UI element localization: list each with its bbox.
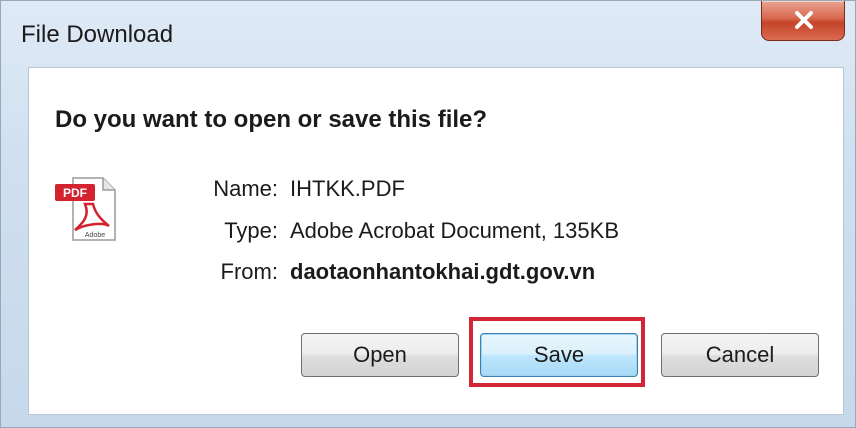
pdf-badge-text: PDF	[63, 186, 87, 200]
from-value: daotaonhantokhai.gdt.gov.vn	[290, 259, 596, 284]
name-label: Name:	[213, 176, 278, 201]
dialog-content: Do you want to open or save this file? P…	[28, 67, 844, 415]
adobe-logo-text: Adobe	[85, 232, 105, 239]
pdf-file-icon: PDF Adobe	[55, 177, 116, 241]
cancel-button[interactable]: Cancel	[661, 333, 819, 377]
file-download-dialog: File Download Do you want to open or sav…	[0, 0, 856, 428]
name-value: IHTKK.PDF	[290, 176, 405, 201]
save-button-highlight	[469, 317, 645, 387]
from-label: From:	[220, 259, 278, 284]
type-label: Type:	[224, 218, 278, 243]
open-button[interactable]: Open	[301, 333, 459, 377]
close-button[interactable]	[761, 1, 845, 41]
dialog-question: Do you want to open or save this file?	[55, 106, 488, 133]
title-bar[interactable]: File Download	[1, 1, 856, 67]
type-value: Adobe Acrobat Document, 135KB	[290, 218, 619, 243]
close-icon	[795, 11, 813, 29]
dialog-title: File Download	[21, 21, 174, 48]
